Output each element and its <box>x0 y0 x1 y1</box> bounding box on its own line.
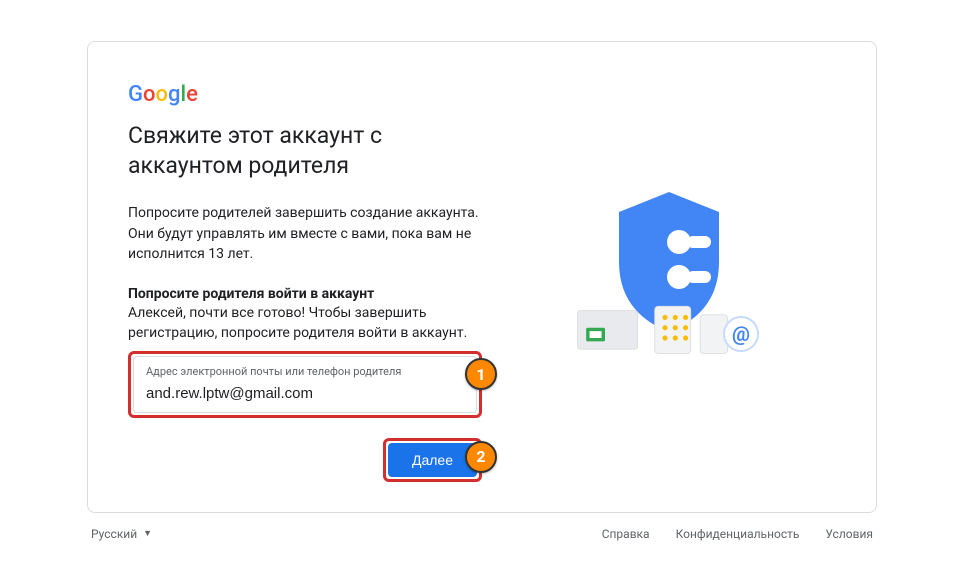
chevron-down-icon: ▼ <box>143 528 152 539</box>
section-subdesc: Алексей, почти все готово! Чтобы заверши… <box>128 304 482 343</box>
language-selector[interactable]: Русский ▼ <box>91 527 152 541</box>
page-title: Свяжите этот аккаунт с аккаунтом родител… <box>128 121 482 181</box>
parent-email-input[interactable] <box>146 385 464 402</box>
input-label: Адрес электронной почты или телефон роди… <box>146 365 464 378</box>
signup-card: Google Свяжите этот аккаунт с аккаунтом … <box>87 41 877 512</box>
input-highlight: Адрес электронной почты или телефон роди… <box>128 351 482 417</box>
footer: Русский ▼ Справка Конфиденциальность Усл… <box>87 513 877 541</box>
illustration-section: @ <box>482 82 836 481</box>
form-section: Google Свяжите этот аккаунт с аккаунтом … <box>128 82 482 481</box>
at-icon: @ <box>723 316 759 352</box>
next-button[interactable]: Далее <box>388 443 477 477</box>
button-highlight: Далее 2 <box>383 438 482 482</box>
privacy-link[interactable]: Конфиденциальность <box>676 527 800 541</box>
footer-links: Справка Конфиденциальность Условия <box>602 527 873 541</box>
section-subhead: Попросите родителя войти в аккаунт <box>128 286 482 302</box>
google-logo: Google <box>128 82 482 107</box>
annotation-marker-2: 2 <box>465 441 497 473</box>
language-label: Русский <box>91 527 137 541</box>
privacy-illustration: @ <box>559 192 759 372</box>
description-text: Попросите родителей завершить создание а… <box>128 203 482 264</box>
parent-email-field-container[interactable]: Адрес электронной почты или телефон роди… <box>133 356 477 412</box>
terms-link[interactable]: Условия <box>825 527 873 541</box>
help-link[interactable]: Справка <box>602 527 650 541</box>
